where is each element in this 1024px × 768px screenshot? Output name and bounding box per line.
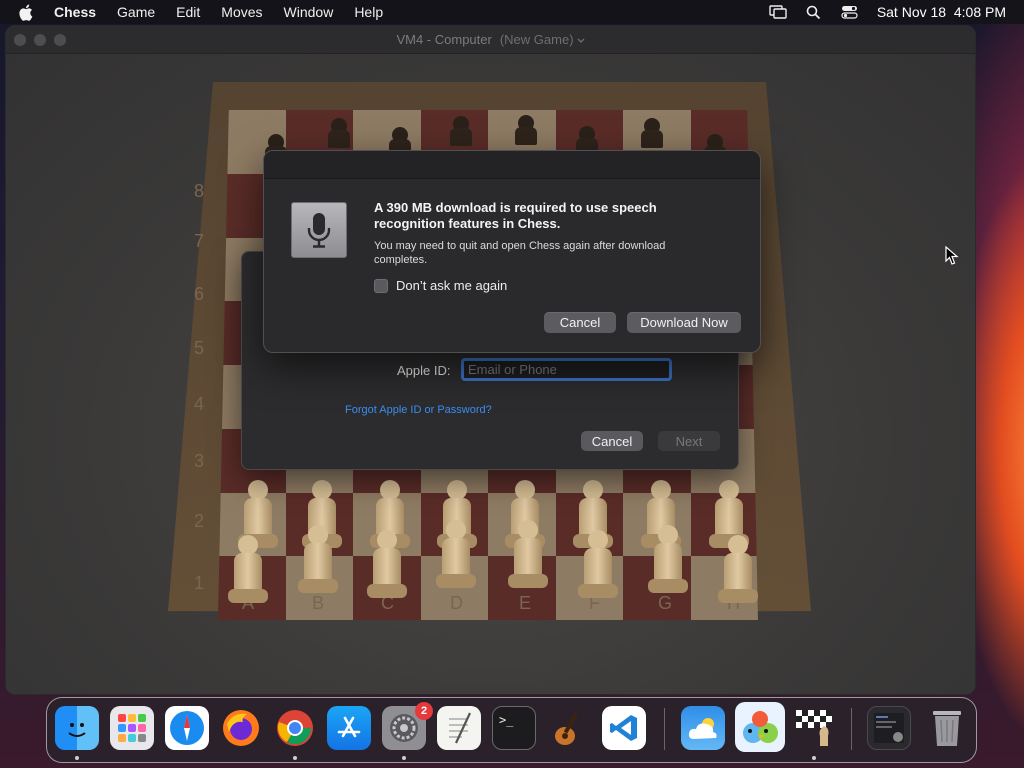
chess-piece-white-knight[interactable] [648, 525, 688, 595]
menu-moves[interactable]: Moves [221, 4, 262, 20]
dialog-message: You may need to quit and open Chess agai… [374, 240, 666, 266]
dock: 2 >_ [46, 697, 977, 763]
finder-icon[interactable] [55, 706, 99, 750]
menu-game[interactable]: Game [117, 4, 155, 20]
chess-icon[interactable] [792, 706, 836, 750]
menu-window[interactable]: Window [284, 4, 334, 20]
rank-label: 5 [194, 338, 205, 358]
chess-piece-white-bishop[interactable] [578, 530, 618, 600]
menu-app-chess[interactable]: Chess [54, 4, 96, 20]
rank-label: 2 [194, 511, 205, 531]
chess-piece-black[interactable] [324, 118, 354, 148]
menu-edit[interactable]: Edit [176, 4, 200, 20]
window-subtitle[interactable]: (New Game) [500, 32, 574, 47]
dont-ask-again-option[interactable]: Don’t ask me again [374, 278, 507, 293]
apple-id-cancel-button[interactable]: Cancel [581, 431, 643, 451]
cancel-button[interactable]: Cancel [544, 312, 616, 333]
game-birds-icon[interactable] [735, 702, 785, 752]
chess-piece-black[interactable] [446, 116, 476, 146]
running-indicator [293, 756, 297, 760]
menu-clock[interactable]: Sat Nov 18 4:08 PM [877, 4, 1006, 20]
rank-label: 6 [194, 284, 205, 304]
vscode-icon[interactable] [602, 706, 646, 750]
safari-icon[interactable] [165, 706, 209, 750]
downloads-stack-icon[interactable] [867, 706, 911, 750]
firefox-icon[interactable] [219, 706, 263, 750]
rank-label: 8 [194, 181, 205, 201]
running-indicator [75, 756, 79, 760]
dock-separator [851, 708, 852, 750]
window-title: VM4 - Computer [396, 32, 492, 47]
apple-id-input[interactable] [461, 358, 672, 381]
trash-icon[interactable] [925, 706, 969, 750]
forgot-apple-id-link[interactable]: Forgot Apple ID or Password? [345, 404, 492, 416]
dialog-header-strip [264, 151, 760, 179]
chess-piece-white-rook[interactable] [228, 535, 268, 605]
chess-piece-white-knight[interactable] [298, 525, 338, 595]
file-label: D [450, 593, 463, 613]
mouse-cursor-icon [945, 245, 959, 266]
notification-badge: 2 [415, 702, 433, 720]
file-label: G [658, 593, 673, 613]
chess-piece-white-king[interactable] [508, 520, 548, 590]
dont-ask-again-checkbox[interactable] [374, 278, 388, 293]
screen-mirroring-icon[interactable] [769, 4, 787, 20]
garageband-icon[interactable] [547, 706, 591, 750]
textedit-icon[interactable] [437, 706, 481, 750]
weather-icon[interactable] [681, 706, 725, 750]
running-indicator [402, 756, 406, 760]
menu-bar: Chess Game Edit Moves Window Help Sat No… [0, 0, 1024, 24]
dock-separator [664, 708, 665, 750]
chess-piece-black[interactable] [637, 118, 667, 148]
rank-label: 3 [194, 451, 205, 471]
apple-id-next-button[interactable]: Next [658, 431, 720, 451]
search-icon[interactable] [805, 4, 823, 20]
menu-help[interactable]: Help [354, 4, 383, 20]
rank-label: 1 [194, 573, 205, 593]
download-now-button[interactable]: Download Now [627, 312, 741, 333]
chess-piece-white-queen[interactable] [436, 520, 476, 590]
dont-ask-again-label[interactable]: Don’t ask me again [396, 278, 507, 293]
chrome-icon[interactable] [273, 706, 317, 750]
apple-icon[interactable] [18, 4, 34, 21]
chevron-down-icon[interactable] [577, 31, 585, 49]
file-label: B [312, 593, 325, 613]
dialog-title: A 390 MB download is required to use spe… [374, 200, 657, 231]
window-controls [14, 34, 66, 46]
file-label: E [519, 593, 532, 613]
minimize-button[interactable] [34, 34, 46, 46]
launchpad-icon[interactable] [110, 706, 154, 750]
close-button[interactable] [14, 34, 26, 46]
chess-piece-white-rook[interactable] [718, 535, 758, 605]
speech-download-dialog: A 390 MB download is required to use spe… [263, 150, 761, 353]
running-indicator [812, 756, 816, 760]
zoom-button[interactable] [54, 34, 66, 46]
control-center-icon[interactable] [841, 4, 859, 20]
chess-piece-white-bishop[interactable] [367, 530, 407, 600]
terminal-icon[interactable]: >_ [492, 706, 536, 750]
rank-label: 7 [194, 231, 205, 251]
rank-label: 4 [194, 394, 205, 414]
apple-id-label: Apple ID: [397, 363, 451, 378]
microphone-icon [291, 202, 347, 258]
chess-piece-black[interactable] [511, 115, 541, 145]
window-titlebar[interactable]: VM4 - Computer (New Game) [6, 26, 975, 54]
app-store-icon[interactable] [327, 706, 371, 750]
